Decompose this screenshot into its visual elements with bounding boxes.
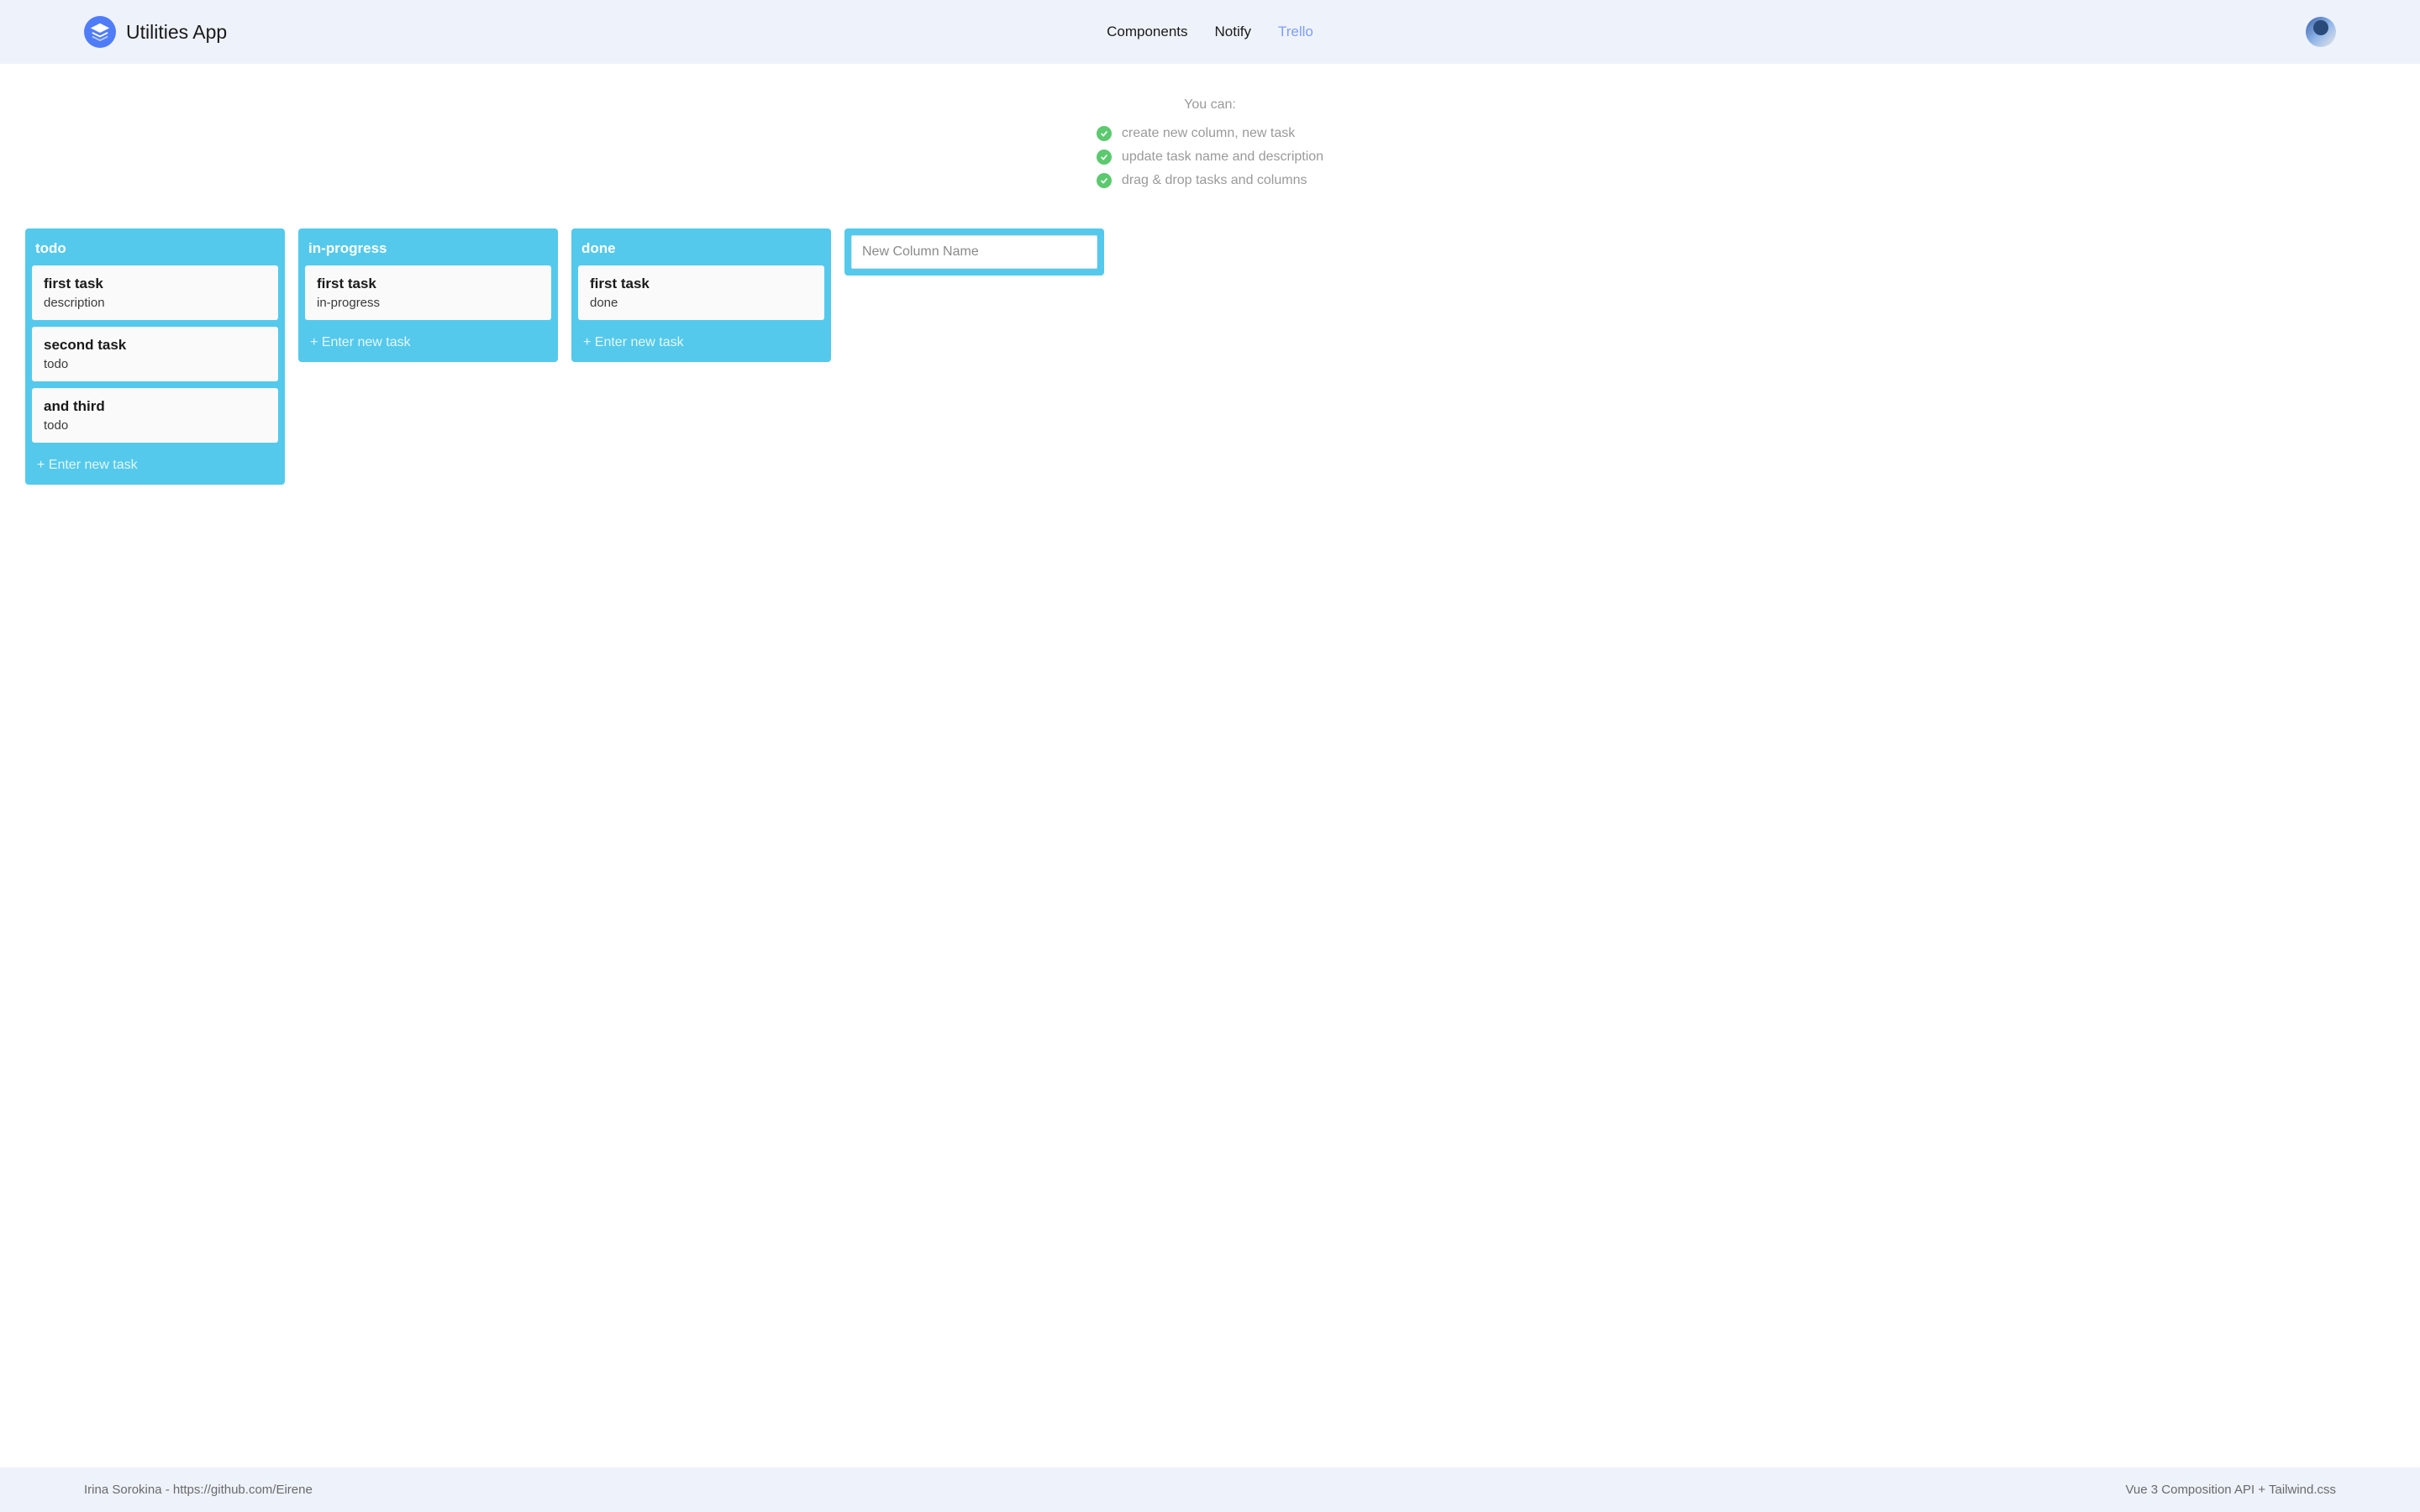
task-description: description <box>44 296 266 310</box>
task-description: in-progress <box>317 296 539 310</box>
task-card[interactable]: and third todo <box>32 388 278 443</box>
task-description: todo <box>44 418 266 433</box>
column-done[interactable]: done first task done <box>571 228 831 362</box>
task-description: done <box>590 296 813 310</box>
layers-icon <box>91 23 109 41</box>
footer-right: Vue 3 Composition API + Tailwind.css <box>2125 1483 2336 1497</box>
new-column <box>844 228 1104 276</box>
task-title: first task <box>317 276 539 292</box>
check-icon <box>1097 126 1112 141</box>
avatar[interactable] <box>2306 17 2336 47</box>
column-todo[interactable]: todo first task description second task … <box>25 228 285 485</box>
instruction-text: update task name and description <box>1122 150 1323 165</box>
main: You can: create new column, new task upd… <box>0 64 2420 1467</box>
column-in-progress[interactable]: in-progress first task in-progress <box>298 228 558 362</box>
task-title: and third <box>44 398 266 415</box>
header-left: Utilities App <box>84 16 227 48</box>
nav-link-components[interactable]: Components <box>1107 24 1187 40</box>
column-header[interactable]: in-progress <box>305 235 551 265</box>
new-task-input[interactable] <box>578 327 824 355</box>
header-nav: Components Notify Trello <box>1107 24 1313 40</box>
check-icon <box>1097 150 1112 165</box>
instruction-item: create new column, new task <box>1097 126 1323 141</box>
task-title: second task <box>44 337 266 354</box>
nav-link-trello[interactable]: Trello <box>1278 24 1313 40</box>
task-card[interactable]: first task in-progress <box>305 265 551 320</box>
board: todo first task description second task … <box>0 222 2420 491</box>
app-title: Utilities App <box>126 21 227 44</box>
header: Utilities App Components Notify Trello <box>0 0 2420 64</box>
nav-link-notify[interactable]: Notify <box>1215 24 1251 40</box>
new-task-input[interactable] <box>305 327 551 355</box>
task-title: first task <box>590 276 813 292</box>
task-card[interactable]: second task todo <box>32 327 278 381</box>
instruction-text: create new column, new task <box>1122 126 1295 141</box>
check-icon <box>1097 173 1112 188</box>
column-header[interactable]: todo <box>32 235 278 265</box>
header-right <box>2306 17 2336 47</box>
instruction-text: drag & drop tasks and columns <box>1122 173 1307 188</box>
footer: Irina Sorokina - https://github.com/Eire… <box>0 1467 2420 1512</box>
column-header[interactable]: done <box>578 235 824 265</box>
instructions: You can: create new column, new task upd… <box>0 64 2420 222</box>
instruction-item: update task name and description <box>1097 150 1323 165</box>
new-column-input[interactable] <box>851 235 1097 269</box>
task-card[interactable]: first task done <box>578 265 824 320</box>
task-card[interactable]: first task description <box>32 265 278 320</box>
new-task-input[interactable] <box>32 449 278 478</box>
task-description: todo <box>44 357 266 371</box>
instruction-item: drag & drop tasks and columns <box>1097 173 1323 188</box>
app-logo[interactable] <box>84 16 116 48</box>
instructions-list: create new column, new task update task … <box>1097 126 1323 197</box>
task-title: first task <box>44 276 266 292</box>
instructions-title: You can: <box>0 97 2420 113</box>
footer-left: Irina Sorokina - https://github.com/Eire… <box>84 1483 313 1497</box>
